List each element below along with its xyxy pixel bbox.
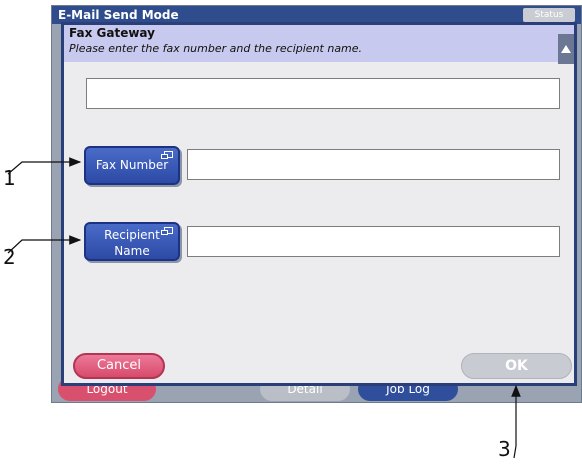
callout-3-arrow xyxy=(511,384,521,459)
callout-2-arrow xyxy=(7,235,82,254)
callout-2-label: 2 xyxy=(3,245,16,269)
callout-arrows xyxy=(7,157,521,459)
callout-3-label: 3 xyxy=(498,437,511,461)
callout-1-label: 1 xyxy=(3,166,16,190)
callout-1-arrow xyxy=(7,157,82,175)
